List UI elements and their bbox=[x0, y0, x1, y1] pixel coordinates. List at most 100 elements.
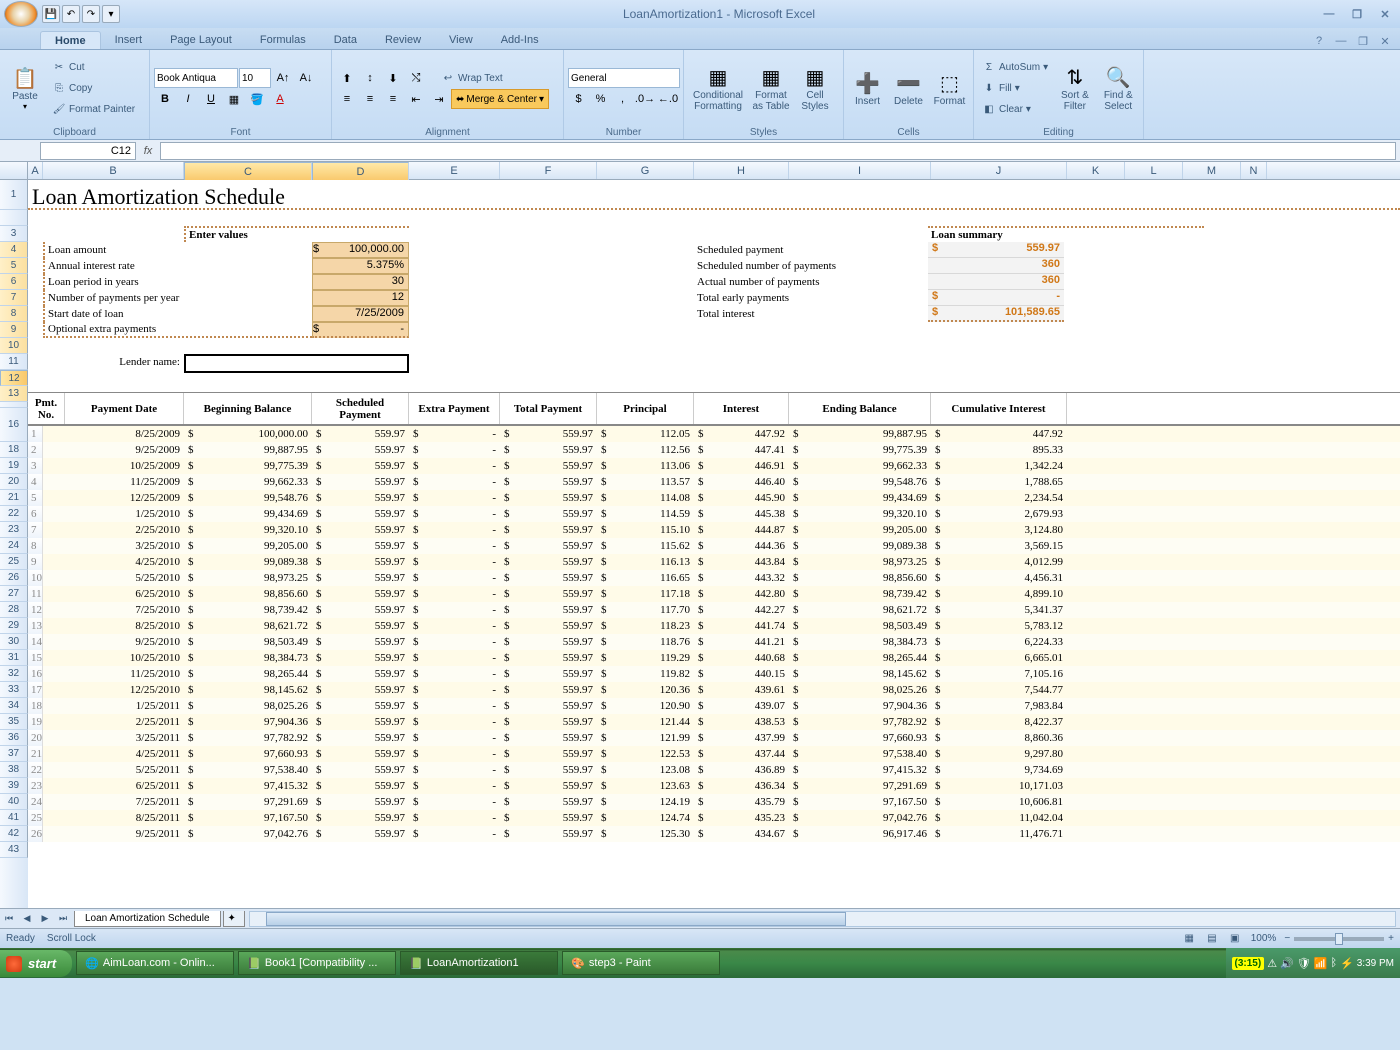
grow-font-icon[interactable]: A↑ bbox=[272, 68, 294, 88]
page-layout-view-icon[interactable]: ▤ bbox=[1202, 933, 1222, 944]
tray-icon[interactable]: ⚡ bbox=[1340, 957, 1354, 970]
start-button[interactable]: start bbox=[0, 950, 72, 977]
table-row[interactable]: 236/25/2011$97,415.32$559.97$-$559.97$12… bbox=[28, 778, 1400, 794]
row-header[interactable]: 27 bbox=[0, 586, 28, 602]
formula-input[interactable] bbox=[160, 142, 1396, 160]
table-row[interactable]: 94/25/2010$99,089.38$559.97$-$559.97$116… bbox=[28, 554, 1400, 570]
increase-indent-icon[interactable]: ⇥ bbox=[428, 89, 450, 109]
paste-button[interactable]: 📋Paste▾ bbox=[4, 52, 46, 125]
row-header[interactable]: 7 bbox=[0, 290, 28, 306]
row-header[interactable]: 5 bbox=[0, 258, 28, 274]
cut-button[interactable]: ✂Cut bbox=[48, 58, 139, 78]
row-header[interactable]: 11 bbox=[0, 354, 28, 370]
percent-icon[interactable]: % bbox=[590, 89, 611, 109]
copy-button[interactable]: ⎘Copy bbox=[48, 79, 139, 99]
align-left-icon[interactable]: ≡ bbox=[336, 89, 358, 109]
row-header[interactable]: 35 bbox=[0, 714, 28, 730]
clear-button[interactable]: ◧Clear▾ bbox=[978, 100, 1052, 120]
ribbon-tab-home[interactable]: Home bbox=[40, 31, 101, 49]
table-row[interactable]: 214/25/2011$97,660.93$559.97$-$559.97$12… bbox=[28, 746, 1400, 762]
table-row[interactable]: 127/25/2010$98,739.42$559.97$-$559.97$11… bbox=[28, 602, 1400, 618]
taskbar-item[interactable]: 🌐AimLoan.com - Onlin... bbox=[76, 951, 234, 975]
row-header[interactable]: 9 bbox=[0, 322, 28, 338]
restore-button[interactable]: ❐ bbox=[1346, 7, 1368, 21]
npy-input[interactable]: 12 bbox=[312, 290, 409, 306]
row-header[interactable]: 10 bbox=[0, 338, 28, 354]
row-header[interactable]: 24 bbox=[0, 538, 28, 554]
decrease-indent-icon[interactable]: ⇤ bbox=[405, 89, 427, 109]
font-family-select[interactable] bbox=[154, 68, 238, 88]
ribbon-tab-formulas[interactable]: Formulas bbox=[246, 31, 320, 49]
italic-button[interactable]: I bbox=[177, 89, 199, 109]
row-header[interactable]: 1 bbox=[0, 180, 28, 210]
ribbon-tab-add-ins[interactable]: Add-Ins bbox=[487, 31, 553, 49]
grid-cells[interactable]: Loan Amortization Schedule Enter values … bbox=[28, 180, 1400, 908]
taskbar-item[interactable]: 🎨step3 - Paint bbox=[562, 951, 720, 975]
tray-icon[interactable]: ᛒ bbox=[1330, 957, 1337, 969]
font-size-select[interactable] bbox=[239, 68, 271, 88]
row-header[interactable]: 32 bbox=[0, 666, 28, 682]
row-header[interactable]: 41 bbox=[0, 810, 28, 826]
worksheet-grid[interactable]: 1345678910111213161819202122232425262728… bbox=[0, 180, 1400, 908]
align-bottom-icon[interactable]: ⬇ bbox=[382, 68, 404, 88]
tray-icon[interactable]: 🛡 bbox=[1297, 957, 1311, 970]
ribbon-tab-review[interactable]: Review bbox=[371, 31, 435, 49]
table-row[interactable]: 83/25/2010$99,205.00$559.97$-$559.97$115… bbox=[28, 538, 1400, 554]
row-header[interactable]: 42 bbox=[0, 826, 28, 842]
start-input[interactable]: 7/25/2009 bbox=[312, 306, 409, 322]
zoom-out-icon[interactable]: − bbox=[1284, 933, 1290, 944]
lender-name-input[interactable] bbox=[184, 354, 409, 373]
row-header[interactable]: 31 bbox=[0, 650, 28, 666]
zoom-slider[interactable] bbox=[1294, 937, 1384, 941]
column-header-L[interactable]: L bbox=[1125, 162, 1183, 179]
close-button[interactable]: ✕ bbox=[1374, 7, 1396, 21]
bold-button[interactable]: B bbox=[154, 89, 176, 109]
autosum-button[interactable]: ΣAutoSum▾ bbox=[978, 58, 1052, 78]
currency-icon[interactable]: $ bbox=[568, 89, 589, 109]
row-header[interactable]: 33 bbox=[0, 682, 28, 698]
format-painter-button[interactable]: 🖌Format Painter bbox=[48, 100, 139, 120]
row-header[interactable]: 38 bbox=[0, 762, 28, 778]
table-row[interactable]: 310/25/2009$99,775.39$559.97$-$559.97$11… bbox=[28, 458, 1400, 474]
table-row[interactable]: 72/25/2010$99,320.10$559.97$-$559.97$115… bbox=[28, 522, 1400, 538]
table-row[interactable]: 116/25/2010$98,856.60$559.97$-$559.97$11… bbox=[28, 586, 1400, 602]
table-row[interactable]: 269/25/2011$97,042.76$559.97$-$559.97$12… bbox=[28, 826, 1400, 842]
table-row[interactable]: 258/25/2011$97,167.50$559.97$-$559.97$12… bbox=[28, 810, 1400, 826]
row-header[interactable]: 28 bbox=[0, 602, 28, 618]
row-header[interactable]: 36 bbox=[0, 730, 28, 746]
cell-styles-button[interactable]: ▦Cell Styles bbox=[794, 52, 836, 125]
save-icon[interactable]: 💾 bbox=[42, 5, 60, 23]
column-header-D[interactable]: D bbox=[312, 162, 409, 182]
row-header[interactable]: 6 bbox=[0, 274, 28, 290]
row-header[interactable]: 25 bbox=[0, 554, 28, 570]
column-header-G[interactable]: G bbox=[597, 162, 694, 179]
column-header-B[interactable]: B bbox=[43, 162, 184, 179]
office-button[interactable] bbox=[4, 1, 38, 27]
column-header-H[interactable]: H bbox=[694, 162, 789, 179]
row-header[interactable]: 23 bbox=[0, 522, 28, 538]
undo-icon[interactable]: ↶ bbox=[62, 5, 80, 23]
align-top-icon[interactable]: ⬆ bbox=[336, 68, 358, 88]
wrap-text-button[interactable]: ↩Wrap Text bbox=[437, 68, 507, 88]
ribbon-tab-insert[interactable]: Insert bbox=[101, 31, 157, 49]
row-header[interactable]: 16 bbox=[0, 408, 28, 442]
delete-cells-button[interactable]: ➖Delete bbox=[889, 52, 928, 125]
orientation-icon[interactable]: ⤭ bbox=[405, 68, 427, 88]
table-row[interactable]: 105/25/2010$98,973.25$559.97$-$559.97$11… bbox=[28, 570, 1400, 586]
row-header[interactable]: 40 bbox=[0, 794, 28, 810]
row-header[interactable]: 13 bbox=[0, 386, 28, 402]
table-row[interactable]: 61/25/2010$99,434.69$559.97$-$559.97$114… bbox=[28, 506, 1400, 522]
fill-button[interactable]: ⬇Fill▾ bbox=[978, 79, 1052, 99]
doc-minimize-icon[interactable]: — bbox=[1332, 33, 1350, 49]
row-header[interactable]: 19 bbox=[0, 458, 28, 474]
find-select-button[interactable]: 🔍Find & Select bbox=[1098, 52, 1139, 125]
table-row[interactable]: 149/25/2010$98,503.49$559.97$-$559.97$11… bbox=[28, 634, 1400, 650]
redo-icon[interactable]: ↷ bbox=[82, 5, 100, 23]
column-header-F[interactable]: F bbox=[500, 162, 597, 179]
merge-center-button[interactable]: ⬌Merge & Center▾ bbox=[451, 89, 549, 109]
table-row[interactable]: 1510/25/2010$98,384.73$559.97$-$559.97$1… bbox=[28, 650, 1400, 666]
underline-button[interactable]: U bbox=[200, 89, 222, 109]
row-header[interactable]: 8 bbox=[0, 306, 28, 322]
column-header-M[interactable]: M bbox=[1183, 162, 1241, 179]
taskbar-item[interactable]: 📗LoanAmortization1 bbox=[400, 951, 558, 975]
